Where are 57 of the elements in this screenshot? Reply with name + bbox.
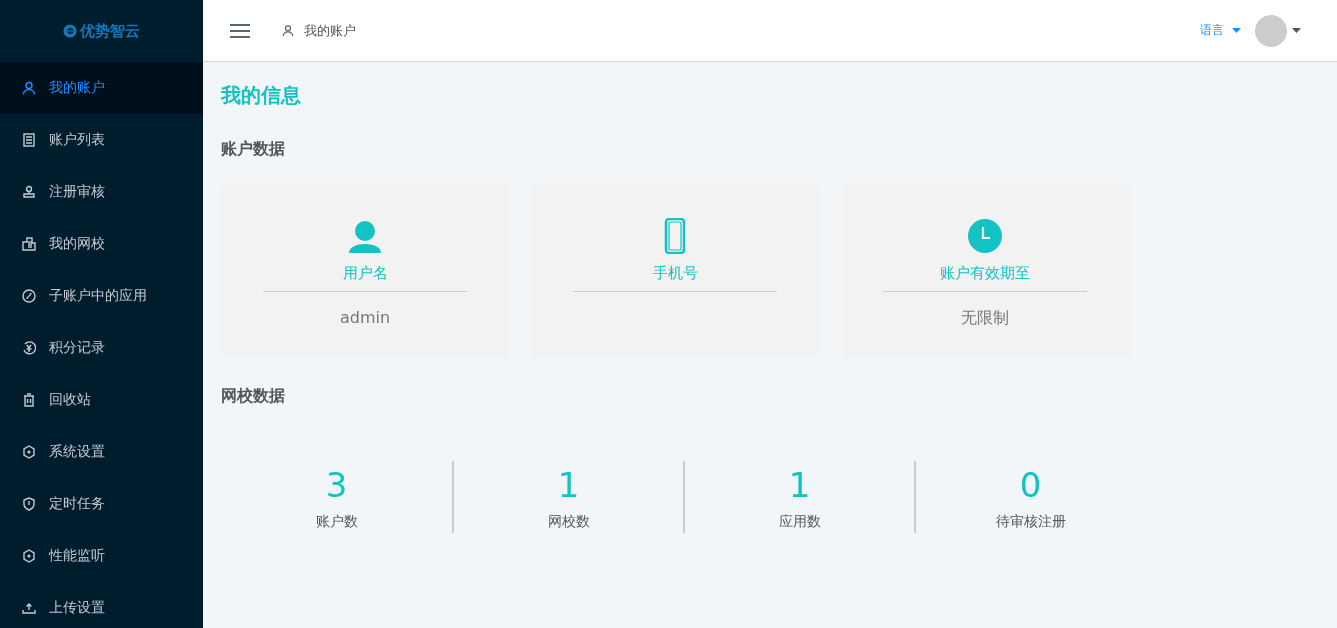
- stat-value: 1: [788, 464, 811, 507]
- stamp-icon: [22, 185, 36, 199]
- person-icon: [282, 24, 294, 37]
- sidebar-item[interactable]: 子账户中的应用: [0, 270, 203, 322]
- card-label: 用户名: [263, 264, 467, 292]
- section-title: 网校数据: [221, 386, 286, 407]
- building-icon: [22, 237, 36, 251]
- sidebar-item-label: 上传设置: [49, 599, 105, 617]
- upload-icon: [22, 601, 36, 615]
- clock-icon: [967, 218, 1003, 254]
- logo-icon: [63, 24, 77, 38]
- yuan-cycle-icon: [22, 341, 36, 355]
- sidebar-item-label: 注册审核: [49, 183, 105, 201]
- sidebar-item-label: 我的账户: [49, 79, 105, 97]
- person-icon: [22, 81, 36, 95]
- trash-icon: [22, 393, 36, 407]
- sidebar-item[interactable]: 积分记录: [0, 322, 203, 374]
- stat-label: 待审核注册: [995, 513, 1066, 531]
- user-icon: [347, 218, 383, 254]
- gear-icon: [22, 445, 36, 459]
- caret-icon: [1232, 28, 1241, 33]
- breadcrumb: 我的账户: [304, 21, 356, 40]
- sidebar-item-label: 子账户中的应用: [49, 287, 147, 305]
- sidebar-item-label: 系统设置: [49, 443, 105, 461]
- sidebar-item[interactable]: 系统设置: [0, 426, 203, 478]
- stat-label: 网校数: [547, 513, 590, 531]
- sidebar-item-label: 积分记录: [49, 339, 105, 357]
- document-icon: [22, 133, 36, 147]
- card-label: 手机号: [573, 264, 777, 292]
- sidebar-item[interactable]: 回收站: [0, 374, 203, 426]
- card-value: 无限制: [961, 308, 1009, 329]
- shield-icon: [22, 497, 36, 511]
- sidebar-item[interactable]: 我的网校: [0, 218, 203, 270]
- sidebar-item[interactable]: 上传设置: [0, 582, 203, 628]
- card-label: 账户有效期至: [883, 264, 1087, 292]
- sidebar-item[interactable]: 性能监听: [0, 530, 203, 582]
- stat-label: 应用数: [778, 513, 821, 531]
- page-title: 我的信息: [221, 82, 302, 109]
- stat-value: 3: [325, 464, 348, 507]
- logo-text: 优势智云: [80, 21, 140, 41]
- sidebar-item[interactable]: 我的账户: [0, 62, 203, 114]
- card-value: admin: [339, 308, 391, 327]
- sidebar-item[interactable]: 账户列表: [0, 114, 203, 166]
- stat-label: 账户数: [315, 513, 358, 531]
- gear-icon: [22, 549, 36, 563]
- sidebar-item[interactable]: 注册审核: [0, 166, 203, 218]
- caret-icon[interactable]: [1292, 28, 1301, 33]
- section-title: 账户数据: [221, 139, 286, 160]
- sidebar-item-label: 性能监听: [49, 547, 105, 565]
- sidebar-item[interactable]: 定时任务: [0, 478, 203, 530]
- sidebar-item-label: 定时任务: [49, 495, 105, 513]
- menu-icon[interactable]: [230, 22, 250, 39]
- sidebar-item-label: 我的网校: [49, 235, 105, 253]
- sidebar-item-label: 账户列表: [49, 131, 105, 149]
- stat-value: 0: [1019, 464, 1042, 507]
- sidebar-item-label: 回收站: [49, 391, 91, 409]
- stat-value: 1: [557, 464, 580, 507]
